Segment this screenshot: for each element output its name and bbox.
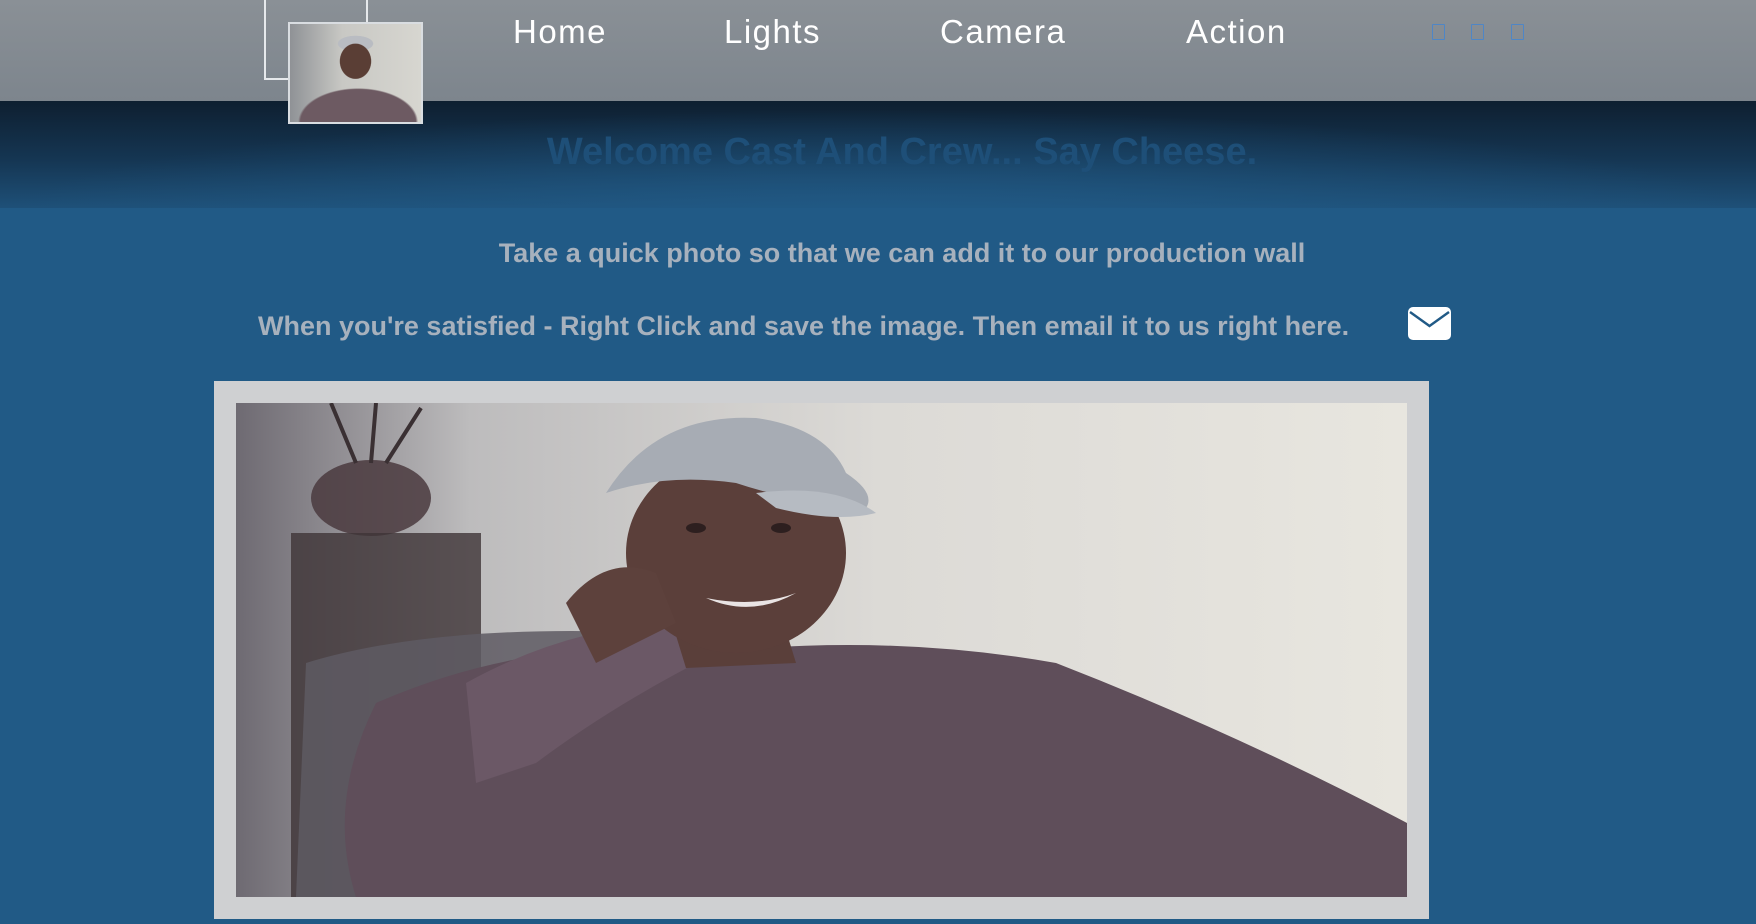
- photo-frame: [214, 381, 1429, 919]
- welcome-banner: Welcome Cast And Crew... Say Cheese.: [0, 101, 1756, 208]
- logo-thumbnail[interactable]: [288, 22, 423, 124]
- nav-item-action[interactable]: Action: [1186, 13, 1287, 51]
- nav-item-camera[interactable]: Camera: [940, 13, 1066, 51]
- instruction-line-2: When you're satisfied - Right Click and …: [258, 311, 1350, 341]
- envelope-icon[interactable]: [1408, 307, 1451, 340]
- social-icon[interactable]: [1432, 24, 1445, 40]
- top-nav-bar: Home Lights Camera Action: [0, 0, 1756, 124]
- page-title: Welcome Cast And Crew... Say Cheese.: [546, 131, 1258, 173]
- nav-item-home[interactable]: Home: [513, 13, 607, 51]
- social-icon[interactable]: [1471, 24, 1484, 40]
- instruction-line-1: Take a quick photo so that we can add it…: [498, 238, 1306, 268]
- webcam-photo[interactable]: [236, 403, 1407, 897]
- nav-item-lights[interactable]: Lights: [724, 13, 821, 51]
- photo-illustration: [291, 403, 1407, 897]
- social-icon[interactable]: [1511, 24, 1524, 40]
